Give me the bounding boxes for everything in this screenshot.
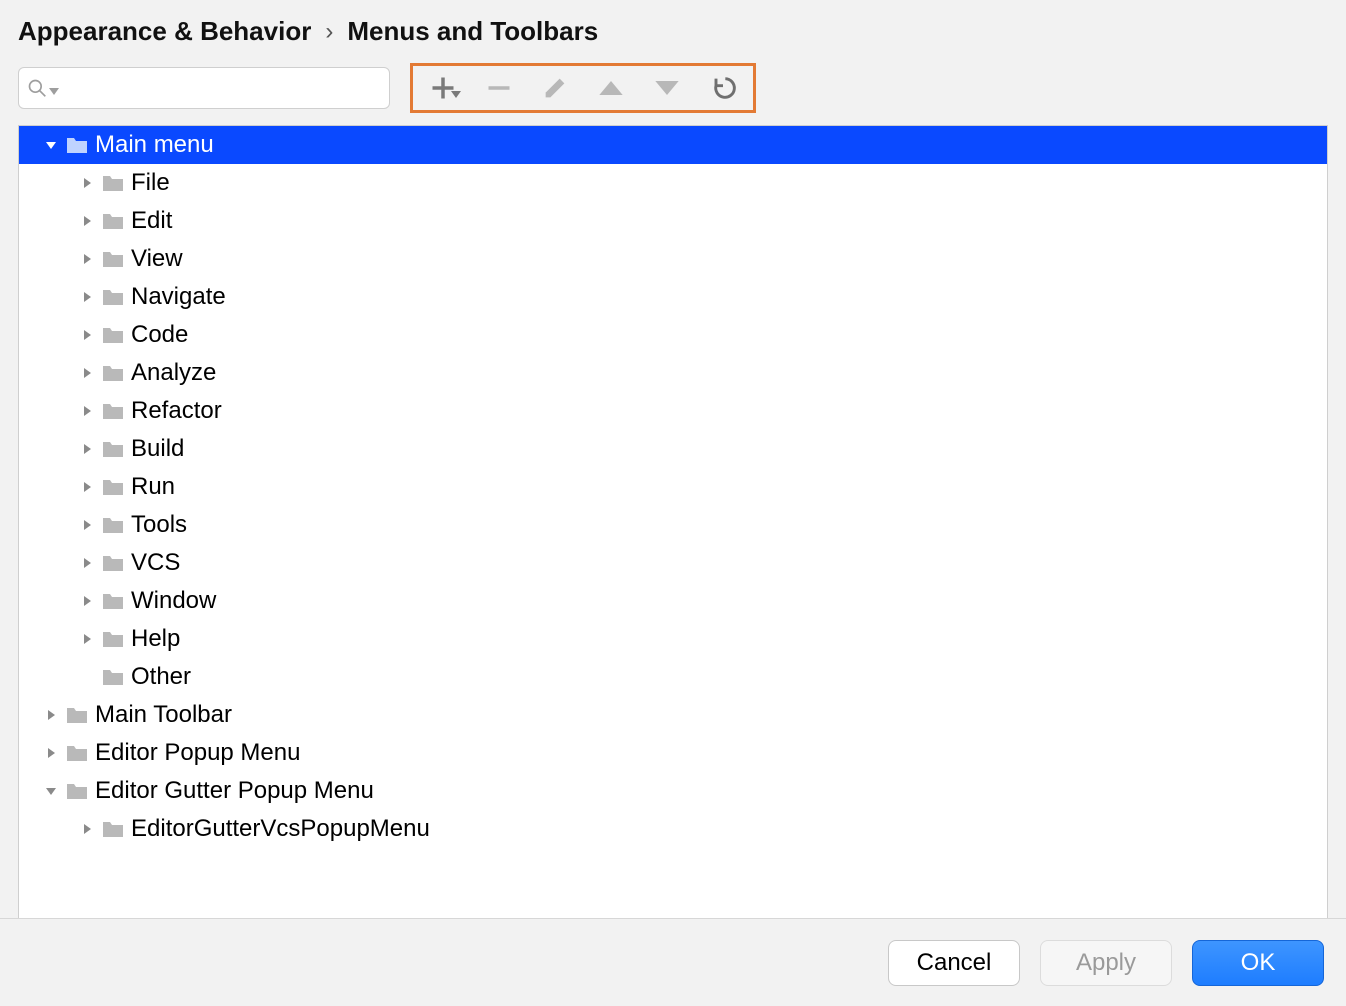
tree-panel[interactable]: Main menu File Edit View Navigate Code Analyze…: [18, 125, 1328, 996]
tree-row[interactable]: EditorGutterVcsPopupMenu: [19, 810, 1327, 848]
cancel-button[interactable]: Cancel: [888, 940, 1020, 986]
ok-button[interactable]: OK: [1192, 940, 1324, 986]
move-down-button[interactable]: [653, 74, 681, 102]
remove-button[interactable]: [485, 74, 513, 102]
tree-row[interactable]: Editor Popup Menu: [19, 734, 1327, 772]
tree-row[interactable]: Help: [19, 620, 1327, 658]
folder-icon: [101, 211, 125, 231]
tree-item-label: View: [131, 245, 183, 273]
tree-row[interactable]: Build: [19, 430, 1327, 468]
tree-row[interactable]: Window: [19, 582, 1327, 620]
tree-item-label: Other: [131, 663, 191, 691]
tree-item-label: Navigate: [131, 283, 226, 311]
tree-item-label: Editor Popup Menu: [95, 739, 300, 767]
action-toolbar: [410, 63, 756, 113]
breadcrumb-page: Menus and Toolbars: [347, 16, 598, 47]
tree-item-label: Editor Gutter Popup Menu: [95, 777, 374, 805]
tree-item-label: Run: [131, 473, 175, 501]
tree-item-label: Window: [131, 587, 216, 615]
tree-item-label: Main Toolbar: [95, 701, 232, 729]
folder-icon: [101, 477, 125, 497]
folder-icon: [65, 743, 89, 763]
search-field[interactable]: [18, 67, 390, 109]
tree-row[interactable]: File: [19, 164, 1327, 202]
folder-icon: [101, 249, 125, 269]
folder-icon: [65, 705, 89, 725]
tree-item-label: VCS: [131, 549, 180, 577]
move-up-button[interactable]: [597, 74, 625, 102]
tree-item-label: Tools: [131, 511, 187, 539]
apply-button[interactable]: Apply: [1040, 940, 1172, 986]
tree-row[interactable]: Run: [19, 468, 1327, 506]
tree-item-label: EditorGutterVcsPopupMenu: [131, 815, 430, 843]
add-button[interactable]: [429, 74, 457, 102]
tree-row[interactable]: VCS: [19, 544, 1327, 582]
folder-icon: [101, 667, 125, 687]
tree-item-label: Edit: [131, 207, 172, 235]
tree-row[interactable]: Edit: [19, 202, 1327, 240]
folder-icon: [65, 781, 89, 801]
tree-item-label: Code: [131, 321, 188, 349]
tree-item-label: File: [131, 169, 170, 197]
edit-button[interactable]: [541, 74, 569, 102]
tree-row[interactable]: Tools: [19, 506, 1327, 544]
tree-row[interactable]: Other: [19, 658, 1327, 696]
search-icon: [27, 78, 59, 98]
folder-icon: [101, 515, 125, 535]
folder-icon: [101, 287, 125, 307]
tree-item-label: Refactor: [131, 397, 222, 425]
tree-row[interactable]: Refactor: [19, 392, 1327, 430]
chevron-right-icon: ›: [325, 18, 333, 46]
folder-icon: [101, 553, 125, 573]
toolbar-row: [0, 53, 1346, 125]
tree-row[interactable]: Editor Gutter Popup Menu: [19, 772, 1327, 810]
folder-icon: [101, 325, 125, 345]
breadcrumb: Appearance & Behavior › Menus and Toolba…: [0, 0, 1346, 53]
folder-icon: [65, 135, 89, 155]
tree-row[interactable]: Analyze: [19, 354, 1327, 392]
tree-row[interactable]: Code: [19, 316, 1327, 354]
tree-item-label: Main menu: [95, 131, 214, 159]
search-input[interactable]: [65, 74, 381, 102]
tree-row[interactable]: View: [19, 240, 1327, 278]
tree-item-label: Help: [131, 625, 180, 653]
tree-row[interactable]: Navigate: [19, 278, 1327, 316]
folder-icon: [101, 401, 125, 421]
folder-icon: [101, 629, 125, 649]
footer: Cancel Apply OK: [0, 918, 1346, 1006]
tree-item-label: Analyze: [131, 359, 216, 387]
revert-button[interactable]: [709, 74, 737, 102]
folder-icon: [101, 363, 125, 383]
folder-icon: [101, 173, 125, 193]
tree-row[interactable]: Main menu: [19, 126, 1327, 164]
chevron-down-icon: [451, 78, 461, 106]
folder-icon: [101, 439, 125, 459]
tree-item-label: Build: [131, 435, 184, 463]
folder-icon: [101, 819, 125, 839]
breadcrumb-section[interactable]: Appearance & Behavior: [18, 16, 311, 47]
folder-icon: [101, 591, 125, 611]
tree-row[interactable]: Main Toolbar: [19, 696, 1327, 734]
